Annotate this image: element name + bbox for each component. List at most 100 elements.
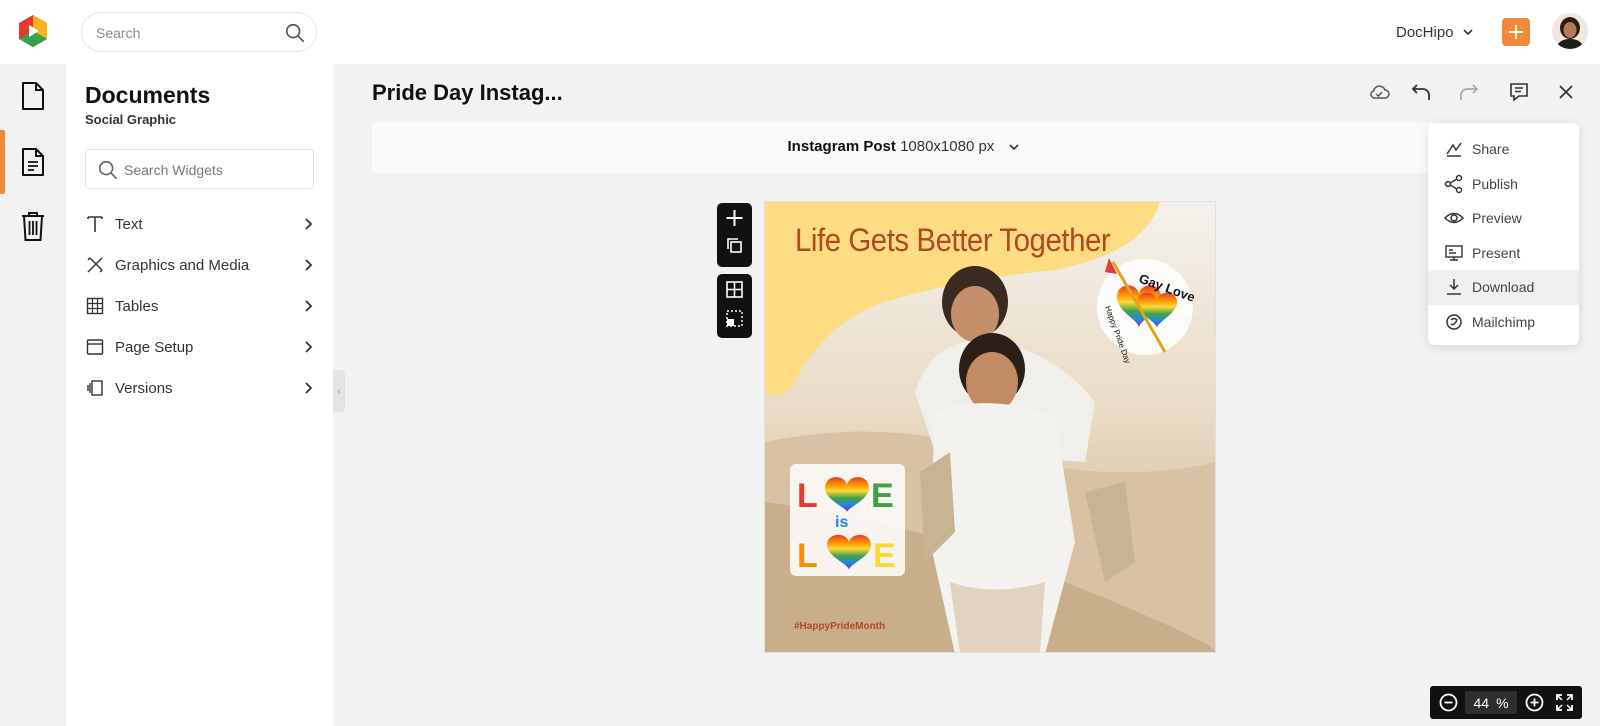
close-icon — [1559, 85, 1573, 99]
publish-icon — [1444, 174, 1463, 193]
document-title[interactable]: Pride Day Instag... — [372, 80, 563, 106]
zoom-unit: % — [1496, 694, 1509, 711]
page-size-selector[interactable]: Instagram Post 1080x1080 px — [372, 138, 1436, 155]
panel-title: Documents — [85, 82, 211, 108]
chevron-left-icon: ‹ — [337, 385, 341, 397]
svg-text:E: E — [871, 477, 894, 515]
close-button[interactable] — [1554, 80, 1578, 104]
size-name: Instagram Post — [787, 138, 896, 155]
add-page-icon[interactable] — [717, 203, 752, 233]
widgets-panel: Documents Social Graphic Text Graphics a… — [66, 64, 333, 726]
dropdown-item-label: Share — [1472, 141, 1510, 158]
menu-item-label: Graphics and Media — [115, 256, 250, 274]
dropdown-item-label: Publish — [1472, 175, 1518, 192]
plus-icon — [1509, 25, 1523, 39]
top-bar: DocHipo — [0, 0, 1600, 64]
chevron-right-icon — [305, 341, 313, 353]
canvas-hashtag[interactable]: #HappyPrideMonth — [794, 621, 885, 632]
chevron-right-icon — [305, 218, 313, 230]
zoom-control: 44 % — [1430, 686, 1582, 719]
table-icon — [86, 297, 104, 315]
dropdown-item-label: Mailchimp — [1472, 313, 1536, 330]
rail-new-document[interactable] — [0, 64, 66, 128]
canvas-artwork: L E is L E Gay Love Happy Pride Day — [765, 202, 1215, 652]
zoom-out-icon[interactable] — [1438, 692, 1459, 713]
design-canvas[interactable]: L E is L E Gay Love Happy Pride Day Life… — [764, 201, 1216, 653]
menu-item-text[interactable]: Text — [85, 206, 315, 242]
canvas-headline[interactable]: Life Gets Better Together — [795, 222, 1117, 259]
user-photo — [1552, 13, 1588, 49]
cloud-save-button[interactable] — [1367, 80, 1391, 104]
comment-icon — [1510, 83, 1528, 102]
search-icon — [98, 160, 118, 180]
comments-button[interactable] — [1507, 80, 1531, 104]
dropdown-item-download[interactable]: Download — [1428, 270, 1579, 305]
account-name: DocHipo — [1396, 23, 1454, 41]
dochipo-logo-icon[interactable] — [16, 14, 50, 48]
redo-button[interactable] — [1457, 80, 1481, 104]
duplicate-page-icon[interactable] — [717, 233, 752, 263]
menu-item-label: Tables — [115, 297, 159, 315]
cloud-check-icon — [1370, 85, 1390, 99]
mailchimp-icon — [1446, 314, 1462, 330]
dropdown-item-label: Preview — [1472, 210, 1522, 227]
chevron-down-icon — [1009, 144, 1020, 151]
document-icon — [22, 82, 44, 110]
undo-icon — [1411, 84, 1430, 100]
select-area-icon[interactable] — [717, 304, 752, 334]
menu-item-versions[interactable]: Versions — [85, 370, 315, 406]
zoom-value: 44 — [1473, 694, 1490, 711]
menu-item-label: Page Setup — [115, 338, 194, 356]
dropdown-item-present[interactable]: Present — [1428, 236, 1579, 271]
avatar[interactable] — [1552, 13, 1588, 49]
documents-icon — [22, 148, 44, 176]
chevron-down-icon — [1462, 29, 1473, 36]
undo-button[interactable] — [1409, 80, 1433, 104]
chevron-right-icon — [305, 300, 313, 312]
svg-text:is: is — [835, 514, 848, 531]
grid-icon[interactable] — [717, 274, 752, 304]
widget-search[interactable] — [85, 149, 314, 189]
svg-text:E: E — [873, 537, 896, 575]
menu-item-label: Text — [115, 215, 143, 233]
menu-item-page-setup[interactable]: Page Setup — [85, 329, 315, 365]
canvas-grid-toolbar — [717, 274, 752, 338]
love-is-love-sticker[interactable]: L E is L E — [790, 464, 905, 576]
download-icon — [1447, 279, 1461, 295]
versions-icon — [87, 380, 103, 396]
svg-text:L: L — [797, 537, 818, 575]
trash-icon — [22, 212, 44, 241]
present-icon — [1445, 245, 1463, 261]
search-icon[interactable] — [284, 22, 306, 44]
zoom-level[interactable]: 44 % — [1465, 691, 1517, 714]
dropdown-item-label: Download — [1472, 279, 1535, 296]
dropdown-item-label: Present — [1472, 244, 1521, 261]
canvas-page-toolbar — [717, 203, 752, 267]
size-dimensions: 1080x1080 px — [900, 138, 995, 155]
search-input[interactable] — [96, 22, 276, 44]
create-new-button[interactable] — [1502, 18, 1530, 46]
panel-collapse-handle[interactable]: ‹ — [333, 370, 345, 412]
svg-text:L: L — [797, 477, 818, 515]
menu-item-tables[interactable]: Tables — [85, 288, 315, 324]
global-search[interactable] — [81, 12, 317, 52]
dropdown-item-publish[interactable]: Publish — [1428, 167, 1579, 202]
dropdown-item-preview[interactable]: Preview — [1428, 201, 1579, 236]
rail-trash[interactable] — [0, 194, 66, 258]
redo-icon — [1460, 84, 1479, 100]
graphics-icon — [87, 257, 103, 273]
eye-icon — [1444, 213, 1464, 224]
rail-documents[interactable] — [0, 130, 66, 194]
left-rail — [0, 64, 66, 726]
widget-search-input[interactable] — [124, 160, 304, 180]
menu-item-label: Versions — [115, 379, 173, 397]
dropdown-item-share[interactable]: Share — [1428, 132, 1579, 167]
zoom-in-icon[interactable] — [1524, 692, 1545, 713]
account-menu[interactable]: DocHipo — [1396, 22, 1474, 42]
fullscreen-icon[interactable] — [1554, 692, 1575, 713]
dropdown-item-mailchimp[interactable]: Mailchimp — [1428, 305, 1579, 340]
share-icon — [1446, 142, 1462, 157]
menu-item-graphics-media[interactable]: Graphics and Media — [85, 247, 315, 283]
export-dropdown: Share Publish Preview Present Download M… — [1428, 123, 1579, 345]
page-size-bar[interactable]: Instagram Post 1080x1080 px — [372, 122, 1436, 173]
